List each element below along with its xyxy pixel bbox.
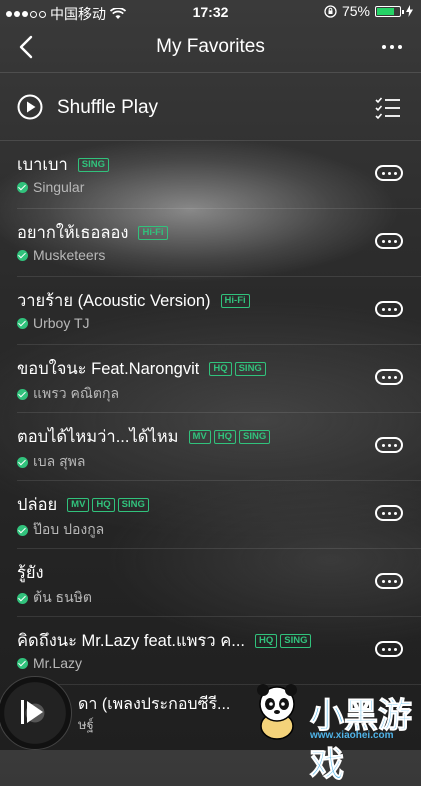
song-artist: ป๊อบ ปองกูล — [33, 521, 105, 537]
song-title: ปล่อย — [17, 496, 58, 514]
list-item[interactable]: วายร้าย (Acoustic Version) Hi-Fi Urboy T… — [17, 277, 421, 345]
badge-hifi: Hi-Fi — [138, 226, 168, 240]
song-artist: Musketeers — [33, 247, 106, 263]
badge-sing: SING — [117, 498, 149, 512]
song-badges: SING — [77, 158, 109, 172]
downloaded-check-icon — [17, 456, 28, 468]
song-title-line: อยากให้เธอลอง Hi-Fi — [17, 220, 168, 246]
downloaded-check-icon — [17, 657, 28, 669]
shuffle-play-row[interactable]: Shuffle Play — [0, 74, 421, 141]
song-more-button[interactable] — [375, 301, 403, 317]
song-title: รู้ยัง — [17, 564, 44, 582]
badge-sing: SING — [280, 634, 312, 648]
downloaded-check-icon — [17, 388, 28, 400]
song-title: คิดถึงนะ Mr.Lazy feat.แพรว ค... — [17, 632, 245, 650]
song-more-button[interactable] — [375, 165, 403, 181]
shuffle-play-label[interactable]: Shuffle Play — [57, 97, 158, 119]
song-artist-line: แพรว คณิตกุล — [17, 383, 119, 405]
song-artist-line: Mr.Lazy — [17, 655, 82, 671]
list-item[interactable]: ตอบได้ไหมว่า...ได้ไหม MV HQ SING เบล สุพ… — [17, 413, 421, 481]
song-more-button[interactable] — [375, 437, 403, 453]
battery-icon — [375, 5, 404, 17]
downloaded-check-icon — [17, 524, 28, 536]
battery-percent: 75% — [341, 3, 370, 19]
song-badges: HQ SING — [255, 634, 312, 648]
downloaded-check-icon — [17, 592, 28, 604]
song-artist: เบล สุพล — [33, 453, 86, 469]
player-title: ดา (เพลงประกอบซีรี... — [78, 696, 231, 713]
badge-hq: HQ — [92, 498, 115, 512]
song-artist-line: ป๊อบ ปองกูล — [17, 519, 104, 541]
song-artist: ต้น ธนษิต — [33, 589, 92, 605]
status-bar: 中国移动 17:32 75% — [0, 0, 421, 24]
list-checked-icon[interactable] — [375, 96, 401, 120]
badge-mv: MV — [188, 430, 211, 444]
song-title: วายร้าย (Acoustic Version) — [17, 292, 211, 310]
nav-bar: My Favorites — [0, 24, 421, 73]
badge-hq: HQ — [209, 362, 232, 376]
list-item[interactable]: เบาเบา SING Singular — [17, 141, 421, 209]
song-artist: Singular — [33, 179, 85, 195]
song-more-button[interactable] — [375, 369, 403, 385]
song-title-line: วายร้าย (Acoustic Version) Hi-Fi — [17, 288, 250, 314]
song-title-line: เบาเบา SING — [17, 152, 109, 178]
watermark-url: www.xiaohei.com — [310, 730, 394, 741]
more-horizontal-icon[interactable] — [379, 34, 405, 60]
badge-mv: MV — [67, 498, 90, 512]
badge-sing: SING — [234, 362, 266, 376]
song-title-line: ตอบได้ไหมว่า...ได้ไหม MV HQ SING — [17, 424, 271, 450]
play-circle-icon[interactable] — [17, 94, 43, 120]
song-artist: แพรว คณิตกุล — [33, 385, 120, 401]
song-title: เบาเบา — [17, 156, 68, 174]
album-disc[interactable] — [0, 676, 72, 750]
song-badges: Hi-Fi — [138, 226, 168, 240]
song-more-button[interactable] — [375, 505, 403, 521]
song-artist-line: Urboy TJ — [17, 315, 90, 331]
downloaded-check-icon — [17, 317, 28, 329]
panda-logo-icon — [257, 684, 297, 740]
song-badges: Hi-Fi — [220, 294, 250, 308]
song-more-button[interactable] — [375, 573, 403, 589]
list-item[interactable]: รู้ยัง ต้น ธนษิต — [17, 549, 421, 617]
song-artist-line: ต้น ธนษิต — [17, 587, 92, 609]
song-title-line: ปล่อย MV HQ SING — [17, 492, 149, 518]
song-badges: MV HQ SING — [67, 498, 149, 512]
page-title: My Favorites — [156, 36, 265, 57]
watermark: 小黑游戏 www.xiaohei.com — [246, 680, 421, 786]
status-right: 75% — [324, 3, 413, 19]
song-artist-line: Singular — [17, 179, 84, 195]
song-artist-line: Musketeers — [17, 247, 105, 263]
badge-hifi: Hi-Fi — [220, 294, 250, 308]
song-title-line: รู้ยัง — [17, 560, 44, 586]
player-subtitle: ษฐ์ — [78, 717, 94, 732]
song-more-button[interactable] — [375, 233, 403, 249]
song-title: ตอบได้ไหมว่า...ได้ไหม — [17, 428, 179, 446]
song-title: อยากให้เธอลอง — [17, 224, 129, 242]
play-icon[interactable] — [27, 701, 43, 723]
rotation-lock-icon — [324, 4, 337, 18]
badge-hq: HQ — [213, 430, 237, 444]
song-title-line: คิดถึงนะ Mr.Lazy feat.แพรว ค... HQ SING — [17, 628, 312, 654]
list-item[interactable]: ขอบใจนะ Feat.Narongvit HQ SING แพรว คณิต… — [17, 345, 421, 413]
play-bar-icon — [21, 700, 24, 724]
song-badges: MV HQ SING — [188, 430, 271, 444]
downloaded-check-icon — [17, 249, 28, 261]
downloaded-check-icon — [17, 181, 28, 193]
song-badges: HQ SING — [209, 362, 266, 376]
badge-hq: HQ — [255, 634, 278, 648]
song-title-line: ขอบใจนะ Feat.Narongvit HQ SING — [17, 356, 266, 382]
badge-sing: SING — [239, 430, 271, 444]
song-list: เบาเบา SING Singular อยากให้เธอลอง Hi-Fi… — [0, 141, 421, 685]
song-artist: Urboy TJ — [33, 315, 90, 331]
song-more-button[interactable] — [375, 641, 403, 657]
song-artist-line: เบล สุพล — [17, 451, 86, 473]
list-item[interactable]: อยากให้เธอลอง Hi-Fi Musketeers — [17, 209, 421, 277]
charging-icon — [406, 5, 413, 17]
song-title: ขอบใจนะ Feat.Narongvit — [17, 360, 200, 378]
list-item[interactable]: ปล่อย MV HQ SING ป๊อบ ปองกูล — [17, 481, 421, 549]
song-artist: Mr.Lazy — [33, 655, 83, 671]
badge-sing: SING — [77, 158, 109, 172]
